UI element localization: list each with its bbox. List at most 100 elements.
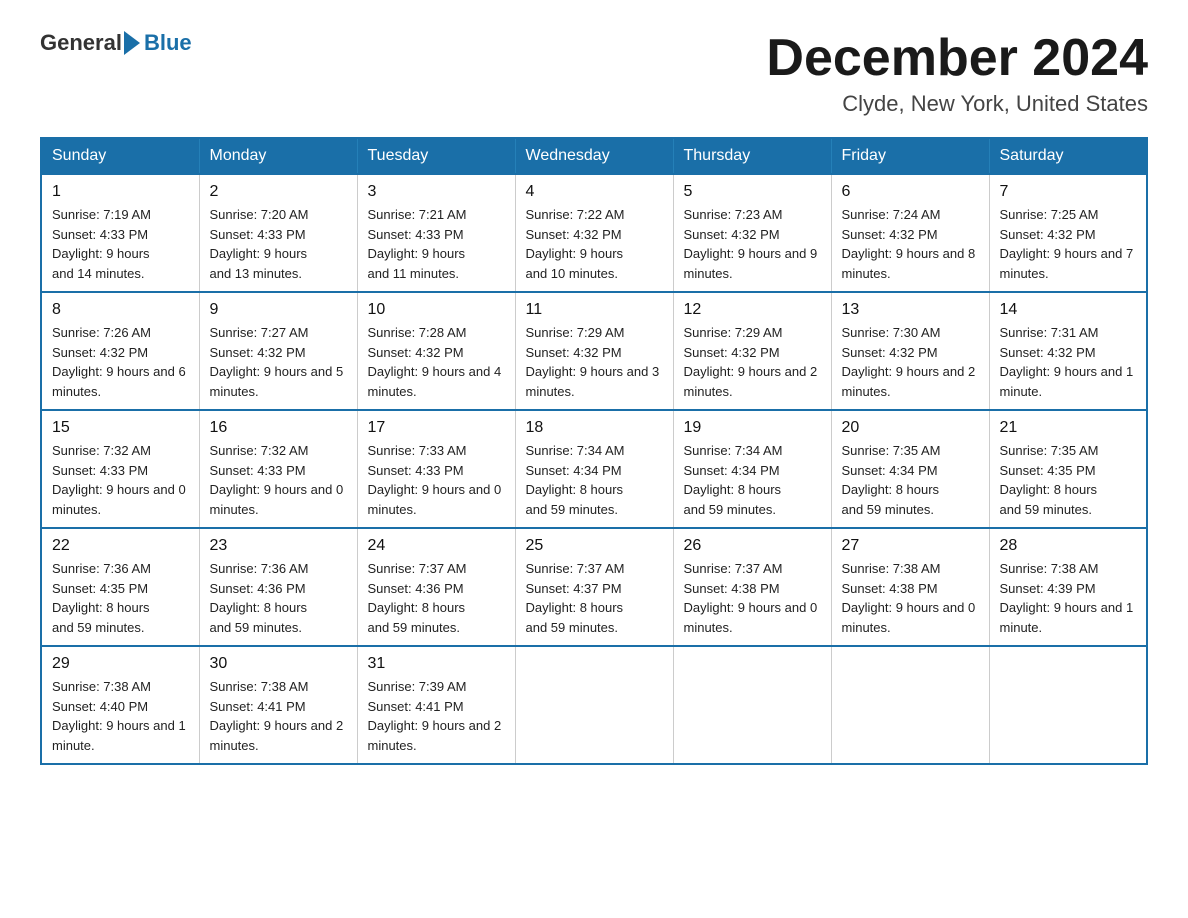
calendar-cell: 7 Sunrise: 7:25 AMSunset: 4:32 PMDayligh… bbox=[989, 174, 1147, 292]
day-number: 26 bbox=[684, 537, 821, 555]
day-info: Sunrise: 7:35 AMSunset: 4:34 PMDaylight:… bbox=[842, 441, 979, 519]
weekday-header-friday: Friday bbox=[831, 138, 989, 174]
weekday-header-thursday: Thursday bbox=[673, 138, 831, 174]
day-number: 16 bbox=[210, 419, 347, 437]
calendar-cell: 29 Sunrise: 7:38 AMSunset: 4:40 PMDaylig… bbox=[41, 646, 199, 764]
day-number: 13 bbox=[842, 301, 979, 319]
weekday-header-wednesday: Wednesday bbox=[515, 138, 673, 174]
day-info: Sunrise: 7:37 AMSunset: 4:38 PMDaylight:… bbox=[684, 559, 821, 637]
calendar-cell: 11 Sunrise: 7:29 AMSunset: 4:32 PMDaylig… bbox=[515, 292, 673, 410]
logo-blue-text: Blue bbox=[144, 30, 192, 56]
day-info: Sunrise: 7:29 AMSunset: 4:32 PMDaylight:… bbox=[526, 323, 663, 401]
day-number: 8 bbox=[52, 301, 189, 319]
day-info: Sunrise: 7:19 AMSunset: 4:33 PMDaylight:… bbox=[52, 205, 189, 283]
day-info: Sunrise: 7:34 AMSunset: 4:34 PMDaylight:… bbox=[526, 441, 663, 519]
day-number: 17 bbox=[368, 419, 505, 437]
day-number: 5 bbox=[684, 183, 821, 201]
day-info: Sunrise: 7:32 AMSunset: 4:33 PMDaylight:… bbox=[52, 441, 189, 519]
calendar-cell: 22 Sunrise: 7:36 AMSunset: 4:35 PMDaylig… bbox=[41, 528, 199, 646]
day-info: Sunrise: 7:33 AMSunset: 4:33 PMDaylight:… bbox=[368, 441, 505, 519]
day-number: 18 bbox=[526, 419, 663, 437]
location-subtitle: Clyde, New York, United States bbox=[766, 91, 1148, 117]
day-number: 11 bbox=[526, 301, 663, 319]
title-section: December 2024 Clyde, New York, United St… bbox=[766, 30, 1148, 117]
day-number: 31 bbox=[368, 655, 505, 673]
calendar-cell: 24 Sunrise: 7:37 AMSunset: 4:36 PMDaylig… bbox=[357, 528, 515, 646]
day-number: 30 bbox=[210, 655, 347, 673]
calendar-cell: 25 Sunrise: 7:37 AMSunset: 4:37 PMDaylig… bbox=[515, 528, 673, 646]
day-info: Sunrise: 7:25 AMSunset: 4:32 PMDaylight:… bbox=[1000, 205, 1137, 283]
calendar-cell: 19 Sunrise: 7:34 AMSunset: 4:34 PMDaylig… bbox=[673, 410, 831, 528]
calendar-cell: 21 Sunrise: 7:35 AMSunset: 4:35 PMDaylig… bbox=[989, 410, 1147, 528]
calendar-cell: 1 Sunrise: 7:19 AMSunset: 4:33 PMDayligh… bbox=[41, 174, 199, 292]
day-info: Sunrise: 7:28 AMSunset: 4:32 PMDaylight:… bbox=[368, 323, 505, 401]
day-info: Sunrise: 7:38 AMSunset: 4:41 PMDaylight:… bbox=[210, 677, 347, 755]
calendar-cell bbox=[673, 646, 831, 764]
calendar-cell: 30 Sunrise: 7:38 AMSunset: 4:41 PMDaylig… bbox=[199, 646, 357, 764]
calendar-cell: 6 Sunrise: 7:24 AMSunset: 4:32 PMDayligh… bbox=[831, 174, 989, 292]
day-number: 14 bbox=[1000, 301, 1137, 319]
day-info: Sunrise: 7:37 AMSunset: 4:37 PMDaylight:… bbox=[526, 559, 663, 637]
day-number: 19 bbox=[684, 419, 821, 437]
day-number: 20 bbox=[842, 419, 979, 437]
calendar-week-row: 15 Sunrise: 7:32 AMSunset: 4:33 PMDaylig… bbox=[41, 410, 1147, 528]
calendar-cell bbox=[515, 646, 673, 764]
day-info: Sunrise: 7:32 AMSunset: 4:33 PMDaylight:… bbox=[210, 441, 347, 519]
day-info: Sunrise: 7:27 AMSunset: 4:32 PMDaylight:… bbox=[210, 323, 347, 401]
calendar-cell: 12 Sunrise: 7:29 AMSunset: 4:32 PMDaylig… bbox=[673, 292, 831, 410]
weekday-header-saturday: Saturday bbox=[989, 138, 1147, 174]
day-info: Sunrise: 7:38 AMSunset: 4:39 PMDaylight:… bbox=[1000, 559, 1137, 637]
day-info: Sunrise: 7:21 AMSunset: 4:33 PMDaylight:… bbox=[368, 205, 505, 283]
day-number: 2 bbox=[210, 183, 347, 201]
weekday-header-row: SundayMondayTuesdayWednesdayThursdayFrid… bbox=[41, 138, 1147, 174]
day-info: Sunrise: 7:26 AMSunset: 4:32 PMDaylight:… bbox=[52, 323, 189, 401]
calendar-cell: 23 Sunrise: 7:36 AMSunset: 4:36 PMDaylig… bbox=[199, 528, 357, 646]
calendar-cell: 8 Sunrise: 7:26 AMSunset: 4:32 PMDayligh… bbox=[41, 292, 199, 410]
calendar-cell: 16 Sunrise: 7:32 AMSunset: 4:33 PMDaylig… bbox=[199, 410, 357, 528]
day-info: Sunrise: 7:22 AMSunset: 4:32 PMDaylight:… bbox=[526, 205, 663, 283]
day-number: 4 bbox=[526, 183, 663, 201]
day-info: Sunrise: 7:38 AMSunset: 4:40 PMDaylight:… bbox=[52, 677, 189, 755]
calendar-cell: 31 Sunrise: 7:39 AMSunset: 4:41 PMDaylig… bbox=[357, 646, 515, 764]
weekday-header-tuesday: Tuesday bbox=[357, 138, 515, 174]
day-info: Sunrise: 7:24 AMSunset: 4:32 PMDaylight:… bbox=[842, 205, 979, 283]
calendar-cell: 15 Sunrise: 7:32 AMSunset: 4:33 PMDaylig… bbox=[41, 410, 199, 528]
logo-arrow-icon bbox=[124, 31, 140, 55]
day-number: 28 bbox=[1000, 537, 1137, 555]
calendar-week-row: 29 Sunrise: 7:38 AMSunset: 4:40 PMDaylig… bbox=[41, 646, 1147, 764]
calendar-table: SundayMondayTuesdayWednesdayThursdayFrid… bbox=[40, 137, 1148, 765]
calendar-cell: 17 Sunrise: 7:33 AMSunset: 4:33 PMDaylig… bbox=[357, 410, 515, 528]
calendar-cell: 13 Sunrise: 7:30 AMSunset: 4:32 PMDaylig… bbox=[831, 292, 989, 410]
calendar-cell: 20 Sunrise: 7:35 AMSunset: 4:34 PMDaylig… bbox=[831, 410, 989, 528]
day-number: 10 bbox=[368, 301, 505, 319]
day-info: Sunrise: 7:20 AMSunset: 4:33 PMDaylight:… bbox=[210, 205, 347, 283]
logo: General Blue bbox=[40, 30, 192, 56]
day-number: 27 bbox=[842, 537, 979, 555]
day-info: Sunrise: 7:30 AMSunset: 4:32 PMDaylight:… bbox=[842, 323, 979, 401]
calendar-cell: 14 Sunrise: 7:31 AMSunset: 4:32 PMDaylig… bbox=[989, 292, 1147, 410]
day-number: 24 bbox=[368, 537, 505, 555]
day-info: Sunrise: 7:29 AMSunset: 4:32 PMDaylight:… bbox=[684, 323, 821, 401]
calendar-cell bbox=[831, 646, 989, 764]
day-info: Sunrise: 7:34 AMSunset: 4:34 PMDaylight:… bbox=[684, 441, 821, 519]
day-info: Sunrise: 7:38 AMSunset: 4:38 PMDaylight:… bbox=[842, 559, 979, 637]
weekday-header-sunday: Sunday bbox=[41, 138, 199, 174]
calendar-cell: 3 Sunrise: 7:21 AMSunset: 4:33 PMDayligh… bbox=[357, 174, 515, 292]
calendar-cell: 18 Sunrise: 7:34 AMSunset: 4:34 PMDaylig… bbox=[515, 410, 673, 528]
day-info: Sunrise: 7:35 AMSunset: 4:35 PMDaylight:… bbox=[1000, 441, 1137, 519]
day-number: 3 bbox=[368, 183, 505, 201]
day-info: Sunrise: 7:37 AMSunset: 4:36 PMDaylight:… bbox=[368, 559, 505, 637]
day-number: 1 bbox=[52, 183, 189, 201]
calendar-week-row: 1 Sunrise: 7:19 AMSunset: 4:33 PMDayligh… bbox=[41, 174, 1147, 292]
month-title: December 2024 bbox=[766, 30, 1148, 87]
day-info: Sunrise: 7:23 AMSunset: 4:32 PMDaylight:… bbox=[684, 205, 821, 283]
calendar-cell: 4 Sunrise: 7:22 AMSunset: 4:32 PMDayligh… bbox=[515, 174, 673, 292]
calendar-cell: 5 Sunrise: 7:23 AMSunset: 4:32 PMDayligh… bbox=[673, 174, 831, 292]
day-number: 7 bbox=[1000, 183, 1137, 201]
calendar-week-row: 22 Sunrise: 7:36 AMSunset: 4:35 PMDaylig… bbox=[41, 528, 1147, 646]
day-number: 21 bbox=[1000, 419, 1137, 437]
calendar-cell: 10 Sunrise: 7:28 AMSunset: 4:32 PMDaylig… bbox=[357, 292, 515, 410]
calendar-week-row: 8 Sunrise: 7:26 AMSunset: 4:32 PMDayligh… bbox=[41, 292, 1147, 410]
day-number: 29 bbox=[52, 655, 189, 673]
day-number: 22 bbox=[52, 537, 189, 555]
